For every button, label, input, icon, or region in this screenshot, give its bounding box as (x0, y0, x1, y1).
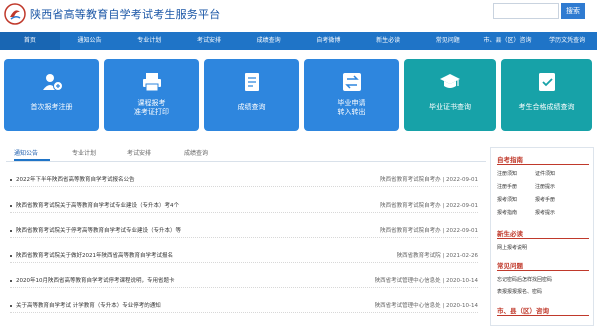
quick-links: 首次报考注册 课程报考 准考证打印 成绩查询 毕业申请 转入转出 毕业证书查询 … (4, 59, 592, 131)
notice-tabs: 通知公告 专业计划 考试安排 成绩查询 (6, 147, 486, 162)
faq-link[interactable]: 表报报报报名、密码 (497, 288, 542, 295)
nav-item-plans[interactable]: 专业计划 (119, 32, 179, 50)
document-icon (244, 73, 259, 91)
notice-meta: 陕西省教育考试院自考办 | 2022-09-01 (380, 203, 478, 209)
guide-link[interactable]: 报考提示 (535, 209, 555, 216)
divider (497, 164, 589, 165)
guide-link[interactable]: 报考指南 (497, 209, 517, 216)
notice-meta: 陕西省教育考试院自考办 | 2022-09-01 (380, 228, 478, 234)
tile-first-registration[interactable]: 首次报考注册 (4, 59, 99, 131)
notice-title[interactable]: 2020年10月陕西省高等教育自学考试停考课程说明，专用省题卡 (16, 275, 175, 287)
nav-item-notices[interactable]: 通知公告 (60, 32, 120, 50)
notice-meta: 陕西省教育考试院 | 2021-02-26 (396, 253, 478, 259)
graduation-cap-icon (440, 74, 460, 88)
notice-meta: 陕西省教育考试院自考办 | 2022-09-01 (380, 177, 478, 183)
tile-score-query[interactable]: 成绩查询 (204, 59, 299, 131)
notice-title[interactable]: 陕西省教育考试院关于高等教育自学考试专业建设（专升本）考4个 (16, 200, 179, 212)
sidebar: 自考指南 注册须知 证件须知 注册手册 注册提示 报考须知 报考手册 报考指南 … (490, 147, 594, 326)
nav-item-home[interactable]: 首页 (0, 32, 60, 50)
divider (497, 270, 589, 271)
bullet-icon (10, 255, 12, 257)
guide-link[interactable]: 报考手册 (535, 196, 555, 203)
bullet-icon (10, 280, 12, 282)
list-item[interactable]: 2020年10月陕西省高等教育自学考试停考课程说明，专用省题卡 陕西省考试管理中… (10, 275, 478, 288)
guide-link[interactable]: 注册须知 (497, 170, 517, 177)
transfer-icon (342, 73, 361, 91)
notice-title[interactable]: 陕西省教育考试院关于做好2021年陕西省高等教育自学考试报名 (16, 250, 173, 262)
guide-link[interactable]: 注册提示 (535, 183, 555, 190)
tile-label: 成绩查询 (237, 103, 266, 111)
divider (497, 238, 589, 239)
tile-diploma-query[interactable]: 毕业证书查询 (404, 59, 496, 131)
new-student-link[interactable]: 网上报考说明 (497, 244, 527, 251)
guide-link[interactable]: 报考须知 (497, 196, 517, 203)
user-add-icon (42, 74, 63, 91)
header: 陕西省高等教育自学考试考生服务平台 搜索 (0, 0, 597, 31)
faq-link[interactable]: 忘记密码后怎样找回密码 (497, 276, 552, 283)
list-item[interactable]: 2022年下半年陕西省高等教育自学考试报名公告 陕西省教育考试院自考办 | 20… (10, 174, 478, 187)
notice-title[interactable]: 2022年下半年陕西省高等教育自学考试报名公告 (16, 174, 135, 186)
nav-item-scores[interactable]: 成绩查询 (239, 32, 299, 50)
search-input[interactable] (493, 3, 559, 19)
tab-schedule[interactable]: 考试安排 (127, 147, 151, 161)
bullet-icon (10, 305, 12, 307)
consult-heading: 市、县（区）咨询 (497, 307, 549, 315)
bullet-icon (10, 205, 12, 207)
tile-graduation-transfer[interactable]: 毕业申请 转入转出 (304, 59, 399, 131)
guide-link[interactable]: 注册手册 (497, 183, 517, 190)
tile-course-registration[interactable]: 课程报考 准考证打印 (104, 59, 199, 131)
nav-item-consult[interactable]: 市、县（区）咨询 (478, 32, 538, 50)
tile-label: 首次报考注册 (30, 103, 73, 111)
nav-item-freshman[interactable]: 新生必读 (358, 32, 418, 50)
list-item[interactable]: 陕西省教育考试院关于停考高等教育自学考试专业建设（专升本）等 陕西省教育考试院自… (10, 225, 478, 238)
bullet-icon (10, 230, 12, 232)
list-item[interactable]: 陕西省教育考试院关于高等教育自学考试专业建设（专升本）考4个 陕西省教育考试院自… (10, 200, 478, 213)
site-title: 陕西省高等教育自学考试考生服务平台 (30, 8, 221, 21)
tile-label: 毕业证书查询 (429, 103, 471, 111)
notice-meta: 陕西省考试管理中心信息处 | 2020-10-14 (374, 303, 478, 309)
search-button[interactable]: 搜索 (561, 3, 585, 19)
guide-link[interactable]: 证件须知 (535, 170, 555, 177)
check-list-icon (538, 73, 555, 91)
nav-item-diploma[interactable]: 学历文凭查询 (537, 32, 597, 50)
nav-item-schedule[interactable]: 考试安排 (179, 32, 239, 50)
new-student-heading: 新生必读 (497, 230, 523, 238)
list-item[interactable]: 陕西省教育考试院关于做好2021年陕西省高等教育自学考试报名 陕西省教育考试院 … (10, 250, 478, 263)
guide-heading: 自考指南 (497, 156, 523, 164)
tab-scores[interactable]: 成绩查询 (184, 147, 208, 161)
notice-title[interactable]: 关于高等教育自学考试 计学教育（专升本）专业停考的通知 (16, 300, 161, 312)
tab-notices[interactable]: 通知公告 (14, 147, 50, 161)
printer-icon (142, 73, 161, 92)
logo-icon (4, 3, 26, 25)
tile-qualified-score-query[interactable]: 考生合格成绩查询 (501, 59, 592, 131)
nav-item-faq[interactable]: 常见问题 (418, 32, 478, 50)
tile-label: 毕业申请 转入转出 (337, 99, 366, 116)
notice-title[interactable]: 陕西省教育考试院关于停考高等教育自学考试专业建设（专升本）等 (16, 225, 181, 237)
faq-heading: 常见问题 (497, 262, 523, 270)
notice-meta: 陕西省考试管理中心信息处 | 2020-10-14 (374, 278, 478, 284)
list-item[interactable]: 关于高等教育自学考试 计学教育（专升本）专业停考的通知 陕西省考试管理中心信息处… (10, 300, 478, 313)
bullet-icon (10, 179, 12, 181)
divider (497, 315, 589, 316)
tile-label: 考生合格成绩查询 (518, 103, 575, 111)
nav-item-weibo[interactable]: 自考微博 (299, 32, 359, 50)
main-nav: 首页 通知公告 专业计划 考试安排 成绩查询 自考微博 新生必读 常见问题 市、… (0, 32, 597, 50)
tab-plans[interactable]: 专业计划 (72, 147, 96, 161)
tile-label: 课程报考 准考证打印 (134, 99, 169, 116)
